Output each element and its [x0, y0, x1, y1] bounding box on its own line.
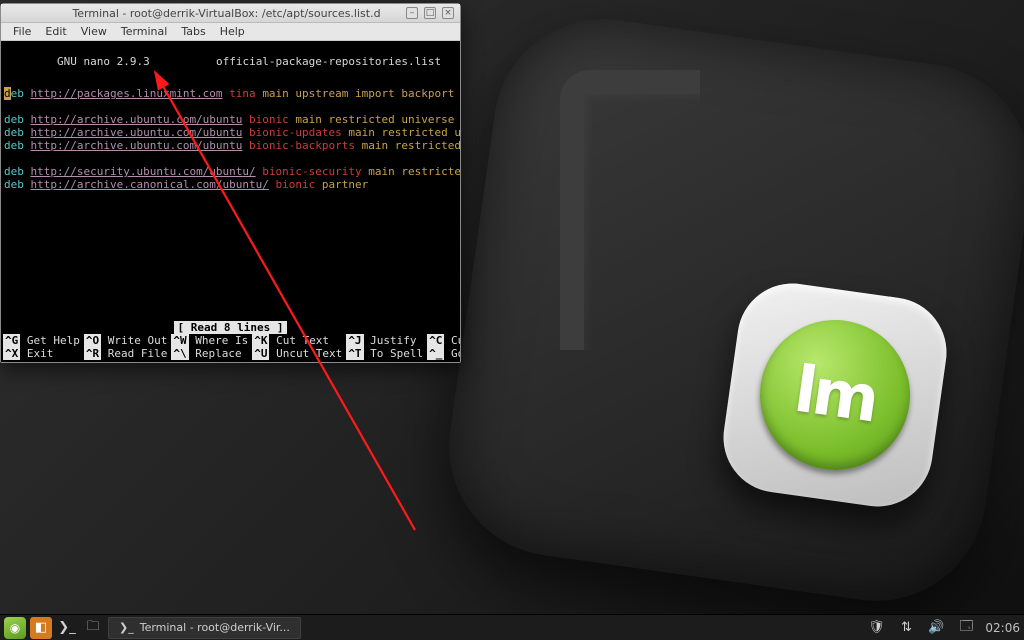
quicklaunch-terminal-icon[interactable]: ❯_ [56, 617, 78, 639]
window-title: Terminal - root@derrik-VirtualBox: /etc/… [47, 7, 406, 20]
terminal-window[interactable]: Terminal - root@derrik-VirtualBox: /etc/… [0, 3, 461, 363]
wallpaper-rounded-square [435, 5, 1024, 615]
tray-shield-icon[interactable]: 🛡 [865, 617, 887, 639]
source-line: deb http://security.ubuntu.com/ubuntu/ b… [4, 165, 457, 178]
nano-header: GNU nano 2.9.3 official-package-reposito… [4, 42, 457, 81]
source-line [4, 100, 457, 113]
tray-volume-icon[interactable]: 🔊 [925, 617, 947, 639]
source-line [4, 152, 457, 165]
source-line: deb http://archive.canonical.com/ubuntu/… [4, 178, 457, 191]
menu-help[interactable]: Help [214, 24, 251, 39]
nano-help-item: ^U Uncut Text [252, 347, 342, 360]
nano-help-item: ^J Justify [346, 334, 423, 347]
nano-status-line: [ Read 8 lines ] [1, 321, 460, 334]
nano-filename: official-package-repositories.list [216, 55, 441, 68]
nano-help-bar: ^G Get Help ^O Write Out ^W Where Is ^K Cut… [1, 334, 460, 362]
window-minimize-button[interactable]: – [406, 7, 418, 19]
nano-help-item: ^G Get Help [3, 334, 80, 347]
taskbar-task-terminal[interactable]: ❯_ Terminal - root@derrik-Vir... [108, 617, 301, 639]
menu-tabs[interactable]: Tabs [175, 24, 211, 39]
task-terminal-label: Terminal - root@derrik-Vir... [140, 621, 290, 634]
mint-logo-circle: lm [750, 310, 919, 479]
nano-file-content: deb http://packages.linuxmint.com tina m… [4, 87, 457, 191]
mint-logo-glyph: lm [790, 353, 880, 438]
menu-terminal[interactable]: Terminal [115, 24, 174, 39]
nano-help-item: ^\ Replace [171, 347, 248, 360]
start-menu-button[interactable]: ◉ [4, 617, 26, 639]
window-close-button[interactable]: × [442, 7, 454, 19]
nano-help-item: ^O Write Out [84, 334, 167, 347]
source-line: deb http://packages.linuxmint.com tina m… [4, 87, 457, 100]
tray-battery-icon[interactable]: 🗔 [955, 617, 977, 639]
nano-help-item: ^R Read File [84, 347, 167, 360]
tray-clock[interactable]: 02:06 [985, 621, 1020, 635]
mint-logo-badge: lm [716, 276, 953, 513]
wallpaper-l-shape [560, 70, 700, 350]
nano-help-item: ^X Exit [3, 347, 80, 360]
nano-version: GNU nano 2.9.3 [44, 55, 150, 68]
source-line: deb http://archive.ubuntu.com/ubuntu bio… [4, 126, 457, 139]
menu-file[interactable]: File [7, 24, 37, 39]
show-desktop-button[interactable]: ◧ [30, 617, 52, 639]
system-tray: 🛡 ⇅ 🔊 🗔 02:06 [865, 617, 1020, 639]
terminal-body[interactable]: GNU nano 2.9.3 official-package-reposito… [1, 41, 460, 362]
menu-view[interactable]: View [75, 24, 113, 39]
mint-menu-icon: ◉ [10, 621, 20, 635]
menu-edit[interactable]: Edit [39, 24, 72, 39]
nano-help-item: ^T To Spell [346, 347, 423, 360]
task-terminal-icon: ❯_ [119, 621, 134, 634]
nano-help-item: ^_ Go To Line [427, 347, 460, 360]
tray-network-icon[interactable]: ⇅ [895, 617, 917, 639]
source-line: deb http://archive.ubuntu.com/ubuntu bio… [4, 139, 457, 152]
taskbar[interactable]: ◉ ◧ ❯_ 🗀 ❯_ Terminal - root@derrik-Vir..… [0, 614, 1024, 640]
nano-help-item: ^C Cur Pos [427, 334, 460, 347]
window-maximize-button[interactable]: □ [424, 7, 436, 19]
source-line: deb http://archive.ubuntu.com/ubuntu bio… [4, 113, 457, 126]
nano-help-item: ^K Cut Text [252, 334, 342, 347]
quicklaunch-files-icon[interactable]: 🗀 [82, 617, 104, 639]
window-menubar: File Edit View Terminal Tabs Help [1, 23, 460, 41]
window-titlebar[interactable]: Terminal - root@derrik-VirtualBox: /etc/… [1, 4, 460, 23]
nano-help-item: ^W Where Is [171, 334, 248, 347]
